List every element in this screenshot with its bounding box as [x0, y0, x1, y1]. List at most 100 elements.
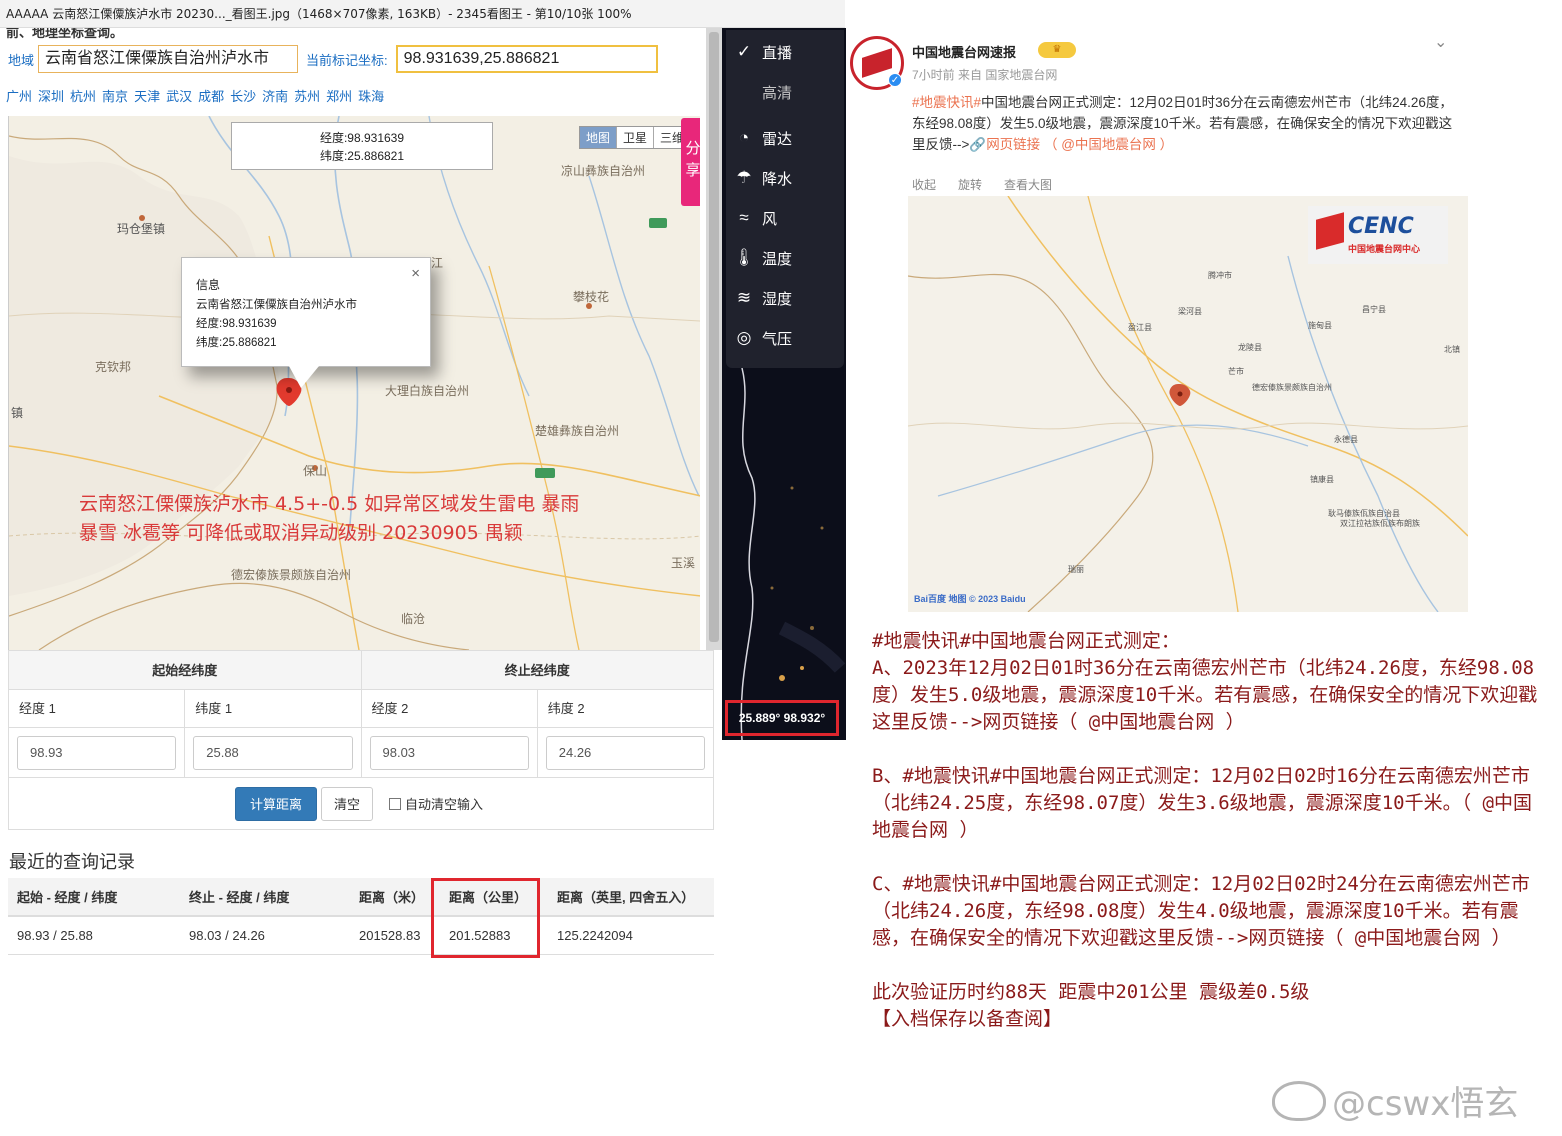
auto-clear-checkbox[interactable] — [389, 797, 402, 810]
tab-satellite[interactable]: 卫星 — [617, 127, 655, 148]
check-icon: ✓ — [736, 42, 752, 61]
menu-wind[interactable]: ≈ 风 — [726, 198, 844, 238]
cell-miles: 125.2242094 — [548, 916, 714, 955]
weibo-post: ✓ 中国地震台网速报 ♛ 7小时前 来自 国家地震台网 ⌄ #地震快讯#中国地震… — [848, 28, 1468, 612]
chevron-down-icon[interactable]: ⌄ — [1434, 32, 1447, 52]
share-button[interactable]: 分享 — [681, 118, 700, 206]
collapse-button[interactable]: 收起 — [912, 176, 936, 193]
analysis-archive: 【入档保存以备查阅】 — [872, 1008, 1063, 1030]
cenc-mark-icon — [1316, 212, 1344, 250]
lng1-input[interactable]: 98.93 — [17, 736, 177, 770]
auto-clear-option[interactable]: 自动清空输入 — [389, 794, 483, 813]
city-link[interactable]: 济南 — [262, 86, 288, 105]
web-link[interactable]: 网页链接 — [986, 137, 1040, 152]
auto-clear-label: 自动清空输入 — [405, 797, 484, 812]
table-header-row: 起始 - 经度 / 纬度 终止 - 经度 / 纬度 距离（米） 距离（公里） 距… — [8, 878, 714, 917]
close-icon[interactable]: × — [411, 264, 420, 283]
rotate-button[interactable]: 旋转 — [958, 176, 982, 193]
thermometer-icon: 🌡 — [733, 248, 755, 267]
post-map-image[interactable]: CENC 中国地震台网中心 腾冲市 梁河县 盈江县 龙陵县 芒市 德宏傣族景颇族… — [908, 196, 1468, 612]
city-link[interactable]: 珠海 — [358, 86, 384, 105]
scrollbar-thumb[interactable] — [709, 32, 719, 642]
menu-label: 风 — [762, 210, 778, 228]
city-link[interactable]: 武汉 — [166, 86, 192, 105]
analysis-heading: #地震快讯#中国地震台网正式测定： — [872, 630, 1180, 652]
popup-lat: 纬度:25.886821 — [196, 337, 277, 349]
city-link[interactable]: 天津 — [134, 86, 160, 105]
radar-icon: ◔ — [738, 128, 750, 147]
viewer-scrollbar[interactable] — [706, 28, 722, 650]
coord-field[interactable]: 98.931639,25.886821 — [395, 45, 658, 73]
analysis-a: A、2023年12月02日01时36分在云南德宏州芒市（北纬24.26度，东经9… — [872, 657, 1538, 733]
menu-pressure[interactable]: ◎ 气压 — [726, 318, 844, 358]
map-label: 盈江县 — [1128, 323, 1152, 332]
humidity-icon: ≋ — [736, 288, 752, 307]
menu-radar[interactable]: ◔ 雷达 — [726, 118, 844, 158]
map-label: 梁河县 — [1178, 307, 1202, 316]
cenc-logo: CENC 中国地震台网中心 — [1308, 206, 1448, 264]
km-highlight-box — [431, 878, 540, 958]
rain-icon: ☂ — [736, 168, 752, 187]
cell-start: 98.93 / 25.88 — [8, 916, 180, 955]
city-link[interactable]: 广州 — [6, 86, 32, 105]
end-header: 终止经纬度 — [504, 663, 570, 678]
city-link[interactable]: 长沙 — [230, 86, 256, 105]
map-label: 瑞丽 — [1068, 565, 1084, 574]
post-author[interactable]: 中国地震台网速报 — [912, 42, 1016, 61]
city-link[interactable]: 郑州 — [326, 86, 352, 105]
column-header: 距离（英里, 四舍五入） — [548, 878, 714, 917]
clear-button[interactable]: 清空 — [321, 786, 374, 821]
analysis-b: B、#地震快讯#中国地震台网正式测定：12月02日02时16分在云南德宏州芒市（… — [872, 765, 1532, 841]
view-large-button[interactable]: 查看大图 — [1004, 176, 1052, 193]
cell-meters: 201528.83 — [350, 916, 440, 955]
menu-temp[interactable]: 🌡 温度 — [726, 238, 844, 278]
weibo-logo-icon — [1272, 1080, 1326, 1121]
map-label: 玉溪 — [671, 556, 696, 570]
city-link[interactable]: 苏州 — [294, 86, 320, 105]
calc-field-labels: 经度 1 纬度 1 经度 2 纬度 2 — [8, 690, 714, 728]
menu-label: 直播 — [762, 44, 793, 62]
map-label: 双江拉祜族佤族布朗族 — [1340, 519, 1420, 528]
lng2-input[interactable]: 98.03 — [369, 736, 529, 770]
tooltip-lng: 经度:98.931639 — [319, 131, 405, 145]
tab-map[interactable]: 地图 — [580, 127, 618, 148]
lat1-input[interactable]: 25.88 — [193, 736, 353, 770]
hashtag-link[interactable]: #地震快讯# — [912, 95, 981, 110]
info-popup: × 信息 云南省怒江傈僳族自治州泸水市 经度:98.931639 纬度:25.8… — [181, 257, 431, 367]
map-label: 芒市 — [1228, 367, 1244, 376]
city-link[interactable]: 深圳 — [38, 86, 64, 105]
map-canvas[interactable]: 地图 卫星 三维 分享 经度:98.931639 纬度:25.886821 凉山… — [8, 116, 700, 650]
tooltip-lat: 纬度:25.886821 — [319, 149, 405, 163]
menu-humidity[interactable]: ≋ 湿度 — [726, 278, 844, 318]
post-body: #地震快讯#中国地震台网正式测定：12月02日01时36分在云南德宏州芒市（北纬… — [912, 92, 1456, 155]
map-label: 玛仓堡镇 — [117, 222, 166, 236]
weather-app-panel: ✓ 直播 高清 ◔ 雷达 ☂ 降水 ≈ 风 🌡 温度 ≋ 湿度 ◎ 气压 25.889° 98… — [722, 28, 846, 740]
city-link[interactable]: 南京 — [102, 86, 128, 105]
city-link[interactable]: 成都 — [198, 86, 224, 105]
table-row: 98.93 / 25.88 98.03 / 24.26 201528.83 20… — [8, 916, 714, 955]
calc-header: 起始经纬度 终止经纬度 — [8, 650, 714, 690]
calculate-button[interactable]: 计算距离 — [235, 786, 318, 821]
field-label: 纬度 1 — [185, 690, 362, 727]
column-header: 起始 - 经度 / 纬度 — [8, 878, 180, 917]
region-field[interactable]: 云南省怒江傈僳族自治州泸水市 — [38, 45, 299, 73]
recent-title: 最近的查询记录 — [9, 852, 135, 872]
menu-hd[interactable]: 高清 — [726, 72, 844, 112]
menu-live[interactable]: ✓ 直播 — [726, 32, 844, 72]
region-label: 地域 — [8, 52, 35, 68]
menu-label: 湿度 — [762, 290, 793, 308]
image-viewer-titlebar: AAAAA 云南怒江傈僳族泸水市 20230..._看图王.jpg（1468×7… — [0, 0, 845, 28]
watermark-text: @cswx悟玄 — [1332, 1084, 1519, 1124]
menu-precip[interactable]: ☂ 降水 — [726, 158, 844, 198]
lat2-input[interactable]: 24.26 — [545, 736, 705, 770]
image-tools: 收起 旋转 查看大图 — [912, 176, 1052, 193]
map-label: 镇 — [11, 406, 24, 420]
menu-label: 雷达 — [762, 130, 793, 148]
prediction-note: 云南怒江傈僳族泸水市 4.5+-0.5 如异常区域发生雷电 暴雨 暴雪 冰雹等 … — [79, 490, 579, 548]
city-link[interactable]: 杭州 — [70, 86, 96, 105]
mention-link[interactable]: （ @中国地震台网 ） — [1044, 137, 1173, 152]
column-header: 距离（米） — [350, 878, 440, 917]
weather-menu: ✓ 直播 高清 ◔ 雷达 ☂ 降水 ≈ 风 🌡 温度 ≋ 湿度 ◎ 气压 — [726, 30, 844, 368]
map-label: 江 — [431, 256, 444, 270]
link-icon: 🔗 — [969, 137, 987, 152]
